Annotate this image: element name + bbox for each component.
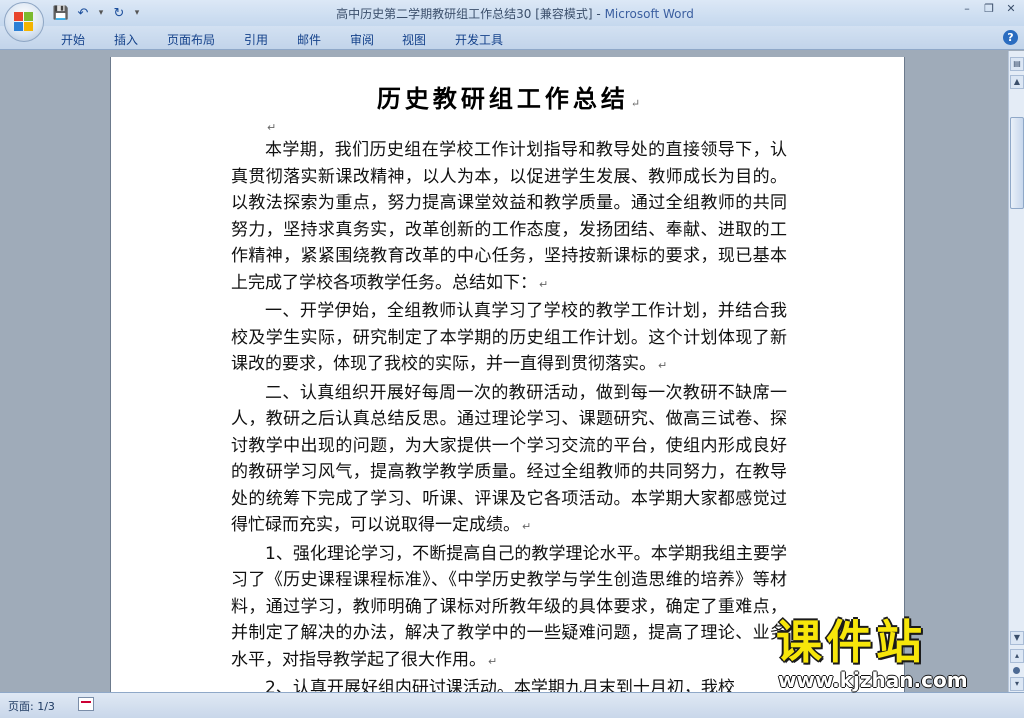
tab-page-layout[interactable]: 页面布局 [167, 31, 215, 48]
paragraph-mark-icon: ↵ [522, 520, 532, 533]
tab-references[interactable]: 引用 [244, 31, 268, 48]
office-button[interactable] [4, 2, 44, 42]
proofing-icon[interactable] [78, 697, 94, 711]
window-controls: – ❐ ✕ [960, 2, 1018, 16]
paragraph-text: 二、认真组织开展好每周一次的教研活动，做到每一次教研不缺席一人，教研之后认真总结… [231, 382, 787, 536]
redo-icon[interactable]: ↻ [110, 4, 128, 22]
paragraph-text: 1、强化理论学习，不断提高自己的教学理论水平。本学期我组主要学习了《历史课程课程… [231, 543, 787, 670]
document-area: 历史教研组工作总结 ↵ ↵ 本学期，我们历史组在学校工作计划指导和教导处的直接领导… [0, 51, 1008, 697]
paragraph: 一、开学伊始，全组教师认真学习了学校的教学工作计划，并结合我校及学生实际，研究制… [231, 298, 787, 380]
paragraph: 二、认真组织开展好每周一次的教研活动，做到每一次教研不缺席一人，教研之后认真总结… [231, 380, 787, 541]
ruler-toggle-icon[interactable]: ▤ [1010, 57, 1024, 71]
undo-dropdown-icon[interactable]: ▾ [96, 8, 106, 18]
page-count-status[interactable]: 页面: 1/3 [8, 698, 55, 714]
undo-icon[interactable]: ↶ [74, 4, 92, 22]
scroll-down-icon[interactable]: ▼ [1010, 631, 1024, 645]
close-button[interactable]: ✕ [1004, 2, 1018, 16]
quick-access-toolbar: 💾 ↶ ▾ ↻ ▾ [52, 4, 142, 22]
ribbon-tabs: 开始 插入 页面布局 引用 邮件 审阅 视图 开发工具 ? [0, 26, 1024, 50]
scrollbar-thumb[interactable] [1010, 117, 1024, 209]
paragraph-mark-icon: ↵ [539, 277, 549, 291]
scroll-up-icon[interactable]: ▲ [1010, 75, 1024, 89]
watermark-text: 课件站 [776, 615, 926, 669]
paragraph: 1、强化理论学习，不断提高自己的教学理论水平。本学期我组主要学习了《历史课程课程… [231, 541, 787, 676]
vertical-scrollbar[interactable]: ▤ ▲ ▼ ▴ ▾ [1008, 51, 1024, 692]
document-title: 历史教研组工作总结 ↵ [111, 79, 904, 114]
paragraph-text: 一、开学伊始，全组教师认真学习了学校的教学工作计划，并结合我校及学生实际，研究制… [231, 301, 787, 374]
save-icon[interactable]: 💾 [52, 4, 70, 22]
tab-insert[interactable]: 插入 [114, 31, 138, 48]
tab-mailings[interactable]: 邮件 [297, 31, 321, 48]
paragraph-mark-icon: ↵ [267, 121, 277, 134]
watermark-url: www.kjzhan.com [778, 668, 968, 692]
minimize-button[interactable]: – [960, 2, 974, 16]
tab-review[interactable]: 审阅 [350, 31, 374, 48]
office-logo-icon [14, 12, 34, 32]
document-name: 高中历史第二学期教研组工作总结30 [兼容模式] - [336, 7, 605, 21]
document-page[interactable]: 历史教研组工作总结 ↵ ↵ 本学期，我们历史组在学校工作计划指导和教导处的直接领导… [110, 57, 905, 697]
tab-developer[interactable]: 开发工具 [455, 31, 503, 48]
paragraph-mark-icon: ↵ [658, 359, 668, 372]
app-name: Microsoft Word [604, 7, 694, 21]
paragraph-mark-icon: ↵ [630, 97, 641, 110]
previous-page-icon[interactable]: ▴ [1010, 649, 1024, 663]
restore-button[interactable]: ❐ [982, 2, 996, 16]
next-page-icon[interactable]: ▾ [1010, 677, 1024, 691]
document-title-text: 历史教研组工作总结 [376, 84, 629, 113]
paragraph-text: 本学期，我们历史组在学校工作计划指导和教导处的直接领导下，认真贯彻落实新课改精神… [231, 140, 787, 293]
browse-object-icon[interactable] [1013, 667, 1020, 674]
customize-qat-icon[interactable]: ▾ [132, 8, 142, 18]
status-bar: 页面: 1/3 [0, 692, 1024, 718]
tab-home[interactable]: 开始 [61, 31, 85, 48]
watermark-logo: 课件站 www.kjzhan.com [776, 616, 1006, 692]
help-icon[interactable]: ? [1003, 30, 1018, 45]
document-body[interactable]: 本学期，我们历史组在学校工作计划指导和教导处的直接领导下，认真贯彻落实新课改精神… [231, 137, 787, 697]
tab-view[interactable]: 视图 [402, 31, 426, 48]
window-title: 高中历史第二学期教研组工作总结30 [兼容模式] - Microsoft Wor… [250, 5, 780, 22]
paragraph-mark-icon: ↵ [488, 654, 498, 668]
paragraph: 本学期，我们历史组在学校工作计划指导和教导处的直接领导下，认真贯彻落实新课改精神… [231, 137, 787, 298]
title-bar: 💾 ↶ ▾ ↻ ▾ 高中历史第二学期教研组工作总结30 [兼容模式] - Mic… [0, 0, 1024, 42]
